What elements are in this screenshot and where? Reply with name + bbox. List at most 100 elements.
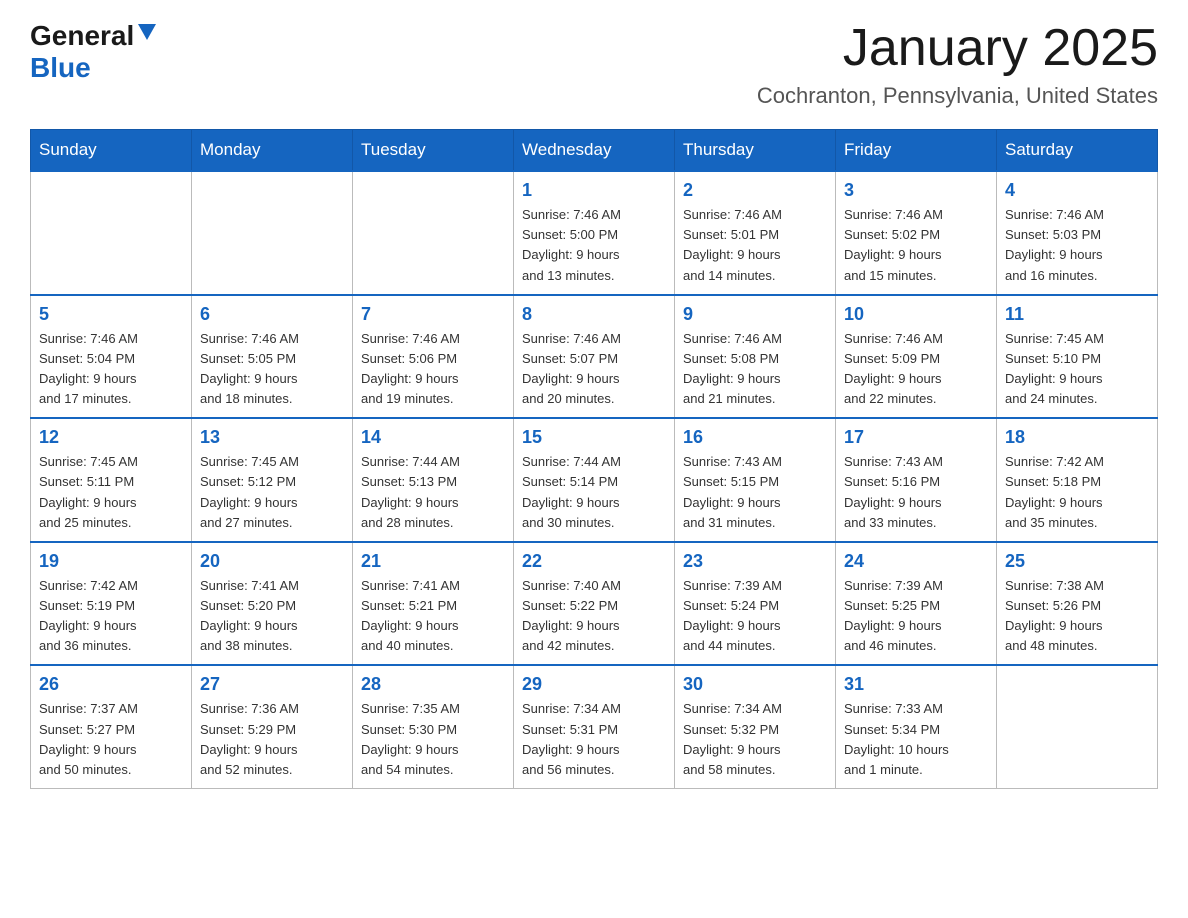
calendar-title: January 2025 xyxy=(757,20,1158,77)
day-number: 3 xyxy=(844,180,988,201)
day-number: 24 xyxy=(844,551,988,572)
day-number: 12 xyxy=(39,427,183,448)
day-info: Sunrise: 7:45 AM Sunset: 5:12 PM Dayligh… xyxy=(200,452,344,533)
day-info: Sunrise: 7:45 AM Sunset: 5:11 PM Dayligh… xyxy=(39,452,183,533)
calendar-cell xyxy=(31,171,192,295)
calendar-cell: 20 Sunrise: 7:41 AM Sunset: 5:20 PM Dayli… xyxy=(192,542,353,666)
calendar-cell: 13 Sunrise: 7:45 AM Sunset: 5:12 PM Dayli… xyxy=(192,418,353,542)
calendar-cell: 31Sunrise: 7:33 AM Sunset: 5:34 PM Dayli… xyxy=(836,665,997,788)
calendar-cell xyxy=(192,171,353,295)
calendar-cell: 16 Sunrise: 7:43 AM Sunset: 5:15 PM Dayli… xyxy=(675,418,836,542)
day-info: Sunrise: 7:40 AM Sunset: 5:22 PM Dayligh… xyxy=(522,576,666,657)
calendar-table: SundayMondayTuesdayWednesdayThursdayFrid… xyxy=(30,129,1158,789)
calendar-cell: 3 Sunrise: 7:46 AM Sunset: 5:02 PM Daylig… xyxy=(836,171,997,295)
day-info: Sunrise: 7:46 AM Sunset: 5:02 PM Dayligh… xyxy=(844,205,988,286)
day-info: Sunrise: 7:34 AM Sunset: 5:32 PM Dayligh… xyxy=(683,699,827,780)
day-number: 16 xyxy=(683,427,827,448)
day-info: Sunrise: 7:34 AM Sunset: 5:31 PM Dayligh… xyxy=(522,699,666,780)
calendar-cell: 2 Sunrise: 7:46 AM Sunset: 5:01 PM Daylig… xyxy=(675,171,836,295)
calendar-cell: 9 Sunrise: 7:46 AM Sunset: 5:08 PM Daylig… xyxy=(675,295,836,419)
week-row: 12 Sunrise: 7:45 AM Sunset: 5:11 PM Dayli… xyxy=(31,418,1158,542)
calendar-cell: 8Sunrise: 7:46 AM Sunset: 5:07 PM Daylig… xyxy=(514,295,675,419)
day-number: 20 xyxy=(200,551,344,572)
day-of-week-header: Monday xyxy=(192,130,353,172)
week-row: 1 Sunrise: 7:46 AM Sunset: 5:00 PM Daylig… xyxy=(31,171,1158,295)
day-number: 22 xyxy=(522,551,666,572)
day-of-week-header: Friday xyxy=(836,130,997,172)
week-row: 26Sunrise: 7:37 AM Sunset: 5:27 PM Dayli… xyxy=(31,665,1158,788)
logo-blue-text: Blue xyxy=(30,52,91,83)
day-number: 26 xyxy=(39,674,183,695)
calendar-cell: 11 Sunrise: 7:45 AM Sunset: 5:10 PM Dayli… xyxy=(997,295,1158,419)
day-info: Sunrise: 7:42 AM Sunset: 5:18 PM Dayligh… xyxy=(1005,452,1149,533)
day-number: 13 xyxy=(200,427,344,448)
day-number: 7 xyxy=(361,304,505,325)
day-number: 1 xyxy=(522,180,666,201)
day-number: 9 xyxy=(683,304,827,325)
day-number: 30 xyxy=(683,674,827,695)
calendar-cell: 6Sunrise: 7:46 AM Sunset: 5:05 PM Daylig… xyxy=(192,295,353,419)
day-info: Sunrise: 7:46 AM Sunset: 5:09 PM Dayligh… xyxy=(844,329,988,410)
calendar-cell xyxy=(997,665,1158,788)
day-info: Sunrise: 7:43 AM Sunset: 5:15 PM Dayligh… xyxy=(683,452,827,533)
day-info: Sunrise: 7:41 AM Sunset: 5:21 PM Dayligh… xyxy=(361,576,505,657)
calendar-cell: 7Sunrise: 7:46 AM Sunset: 5:06 PM Daylig… xyxy=(353,295,514,419)
day-number: 8 xyxy=(522,304,666,325)
calendar-cell: 28Sunrise: 7:35 AM Sunset: 5:30 PM Dayli… xyxy=(353,665,514,788)
day-info: Sunrise: 7:38 AM Sunset: 5:26 PM Dayligh… xyxy=(1005,576,1149,657)
day-info: Sunrise: 7:36 AM Sunset: 5:29 PM Dayligh… xyxy=(200,699,344,780)
day-number: 11 xyxy=(1005,304,1149,325)
logo: General Blue xyxy=(30,20,156,84)
day-info: Sunrise: 7:46 AM Sunset: 5:04 PM Dayligh… xyxy=(39,329,183,410)
day-number: 29 xyxy=(522,674,666,695)
calendar-cell: 15 Sunrise: 7:44 AM Sunset: 5:14 PM Dayli… xyxy=(514,418,675,542)
day-number: 28 xyxy=(361,674,505,695)
day-of-week-header: Saturday xyxy=(997,130,1158,172)
calendar-cell: 25 Sunrise: 7:38 AM Sunset: 5:26 PM Dayli… xyxy=(997,542,1158,666)
day-number: 10 xyxy=(844,304,988,325)
calendar-cell: 14Sunrise: 7:44 AM Sunset: 5:13 PM Dayli… xyxy=(353,418,514,542)
day-info: Sunrise: 7:42 AM Sunset: 5:19 PM Dayligh… xyxy=(39,576,183,657)
week-row: 5Sunrise: 7:46 AM Sunset: 5:04 PM Daylig… xyxy=(31,295,1158,419)
calendar-cell: 27 Sunrise: 7:36 AM Sunset: 5:29 PM Dayli… xyxy=(192,665,353,788)
calendar-cell xyxy=(353,171,514,295)
week-row: 19 Sunrise: 7:42 AM Sunset: 5:19 PM Dayli… xyxy=(31,542,1158,666)
calendar-cell: 12 Sunrise: 7:45 AM Sunset: 5:11 PM Dayli… xyxy=(31,418,192,542)
day-number: 27 xyxy=(200,674,344,695)
calendar-cell: 24 Sunrise: 7:39 AM Sunset: 5:25 PM Dayli… xyxy=(836,542,997,666)
day-info: Sunrise: 7:44 AM Sunset: 5:14 PM Dayligh… xyxy=(522,452,666,533)
day-of-week-header: Thursday xyxy=(675,130,836,172)
day-number: 14 xyxy=(361,427,505,448)
day-info: Sunrise: 7:33 AM Sunset: 5:34 PM Dayligh… xyxy=(844,699,988,780)
day-info: Sunrise: 7:45 AM Sunset: 5:10 PM Dayligh… xyxy=(1005,329,1149,410)
day-number: 18 xyxy=(1005,427,1149,448)
day-number: 4 xyxy=(1005,180,1149,201)
title-area: January 2025 Cochranton, Pennsylvania, U… xyxy=(757,20,1158,109)
day-of-week-header: Tuesday xyxy=(353,130,514,172)
day-of-week-header: Wednesday xyxy=(514,130,675,172)
day-info: Sunrise: 7:46 AM Sunset: 5:01 PM Dayligh… xyxy=(683,205,827,286)
day-number: 2 xyxy=(683,180,827,201)
calendar-cell: 17Sunrise: 7:43 AM Sunset: 5:16 PM Dayli… xyxy=(836,418,997,542)
day-number: 25 xyxy=(1005,551,1149,572)
calendar-cell: 23Sunrise: 7:39 AM Sunset: 5:24 PM Dayli… xyxy=(675,542,836,666)
calendar-cell: 30 Sunrise: 7:34 AM Sunset: 5:32 PM Dayli… xyxy=(675,665,836,788)
calendar-cell: 21 Sunrise: 7:41 AM Sunset: 5:21 PM Dayli… xyxy=(353,542,514,666)
day-info: Sunrise: 7:39 AM Sunset: 5:25 PM Dayligh… xyxy=(844,576,988,657)
calendar-header-row: SundayMondayTuesdayWednesdayThursdayFrid… xyxy=(31,130,1158,172)
day-info: Sunrise: 7:41 AM Sunset: 5:20 PM Dayligh… xyxy=(200,576,344,657)
calendar-subtitle: Cochranton, Pennsylvania, United States xyxy=(757,83,1158,109)
day-info: Sunrise: 7:46 AM Sunset: 5:00 PM Dayligh… xyxy=(522,205,666,286)
day-of-week-header: Sunday xyxy=(31,130,192,172)
calendar-cell: 26Sunrise: 7:37 AM Sunset: 5:27 PM Dayli… xyxy=(31,665,192,788)
day-number: 19 xyxy=(39,551,183,572)
calendar-cell: 10 Sunrise: 7:46 AM Sunset: 5:09 PM Dayli… xyxy=(836,295,997,419)
day-number: 15 xyxy=(522,427,666,448)
day-info: Sunrise: 7:43 AM Sunset: 5:16 PM Dayligh… xyxy=(844,452,988,533)
calendar-cell: 22 Sunrise: 7:40 AM Sunset: 5:22 PM Dayli… xyxy=(514,542,675,666)
day-info: Sunrise: 7:46 AM Sunset: 5:08 PM Dayligh… xyxy=(683,329,827,410)
day-info: Sunrise: 7:46 AM Sunset: 5:03 PM Dayligh… xyxy=(1005,205,1149,286)
logo-triangle-icon xyxy=(138,24,156,45)
calendar-cell: 29 Sunrise: 7:34 AM Sunset: 5:31 PM Dayli… xyxy=(514,665,675,788)
day-number: 21 xyxy=(361,551,505,572)
